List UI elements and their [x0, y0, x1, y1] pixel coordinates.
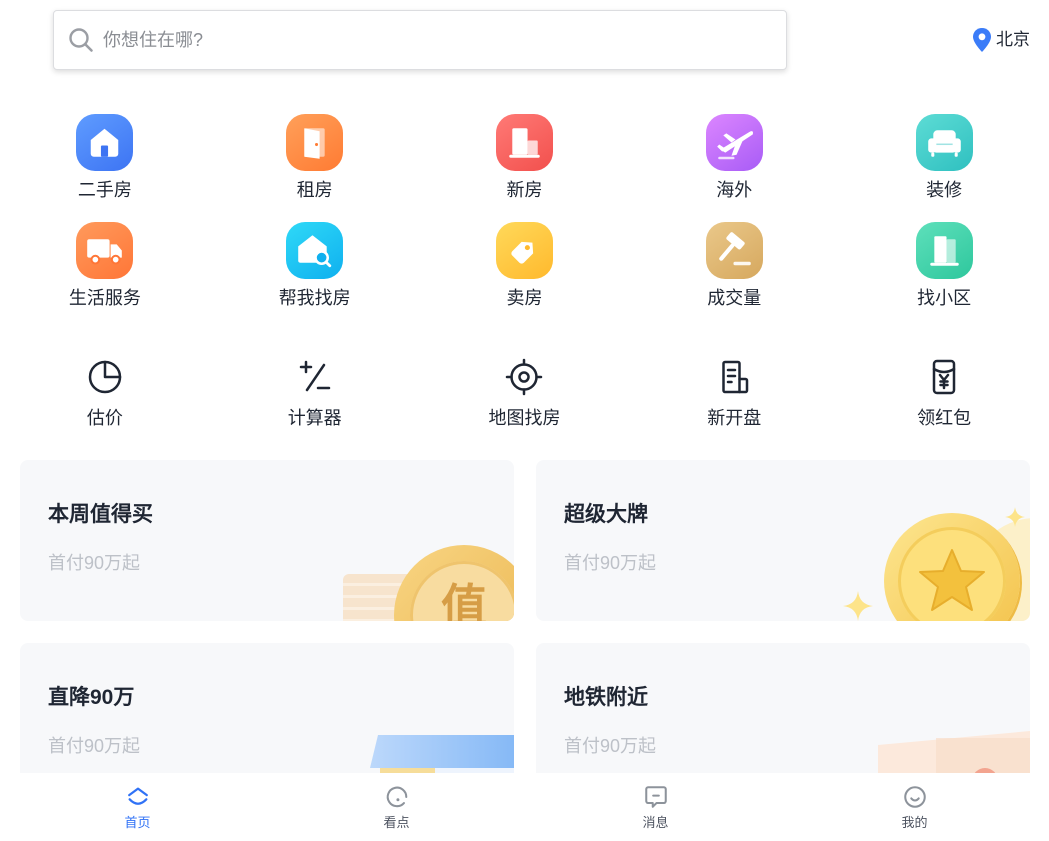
- plus-minus-icon: [296, 358, 334, 396]
- entry-red-packet[interactable]: 领红包: [839, 358, 1049, 429]
- entry-help-find-home[interactable]: 帮我找房: [210, 222, 420, 309]
- search-icon: [68, 27, 94, 53]
- entry-life-services[interactable]: 生活服务: [0, 222, 210, 309]
- entry-label: 二手房: [77, 180, 132, 200]
- entry-sell-home[interactable]: 卖房: [420, 222, 630, 309]
- tab-label: 看点: [383, 815, 410, 830]
- home-icon: [125, 784, 151, 810]
- entry-label: 卖房: [506, 288, 543, 308]
- entry-label: 租房: [296, 180, 333, 200]
- entry-label: 海外: [716, 180, 753, 200]
- entry-new-home[interactable]: 新房: [420, 114, 630, 201]
- entry-decoration[interactable]: 装修: [839, 114, 1049, 201]
- entry-new-launch[interactable]: 新开盘: [629, 358, 839, 429]
- entry-label: 计算器: [287, 408, 342, 428]
- profile-icon: [902, 784, 928, 810]
- entry-calculator[interactable]: 计算器: [210, 358, 420, 429]
- promo-card-top-brands[interactable]: 超级大牌 首付90万起: [536, 460, 1030, 621]
- card-title: 本周值得买: [48, 503, 153, 526]
- entry-label: 帮我找房: [278, 288, 351, 308]
- entry-label: 装修: [926, 180, 963, 200]
- entry-label: 地图找房: [488, 408, 561, 428]
- card-title: 地铁附近: [564, 686, 648, 709]
- tab-home[interactable]: 首页: [8, 773, 267, 841]
- message-icon: [643, 784, 669, 810]
- tab-discover[interactable]: 看点: [267, 773, 526, 841]
- coin-face: [898, 527, 1006, 621]
- tab-label: 首页: [124, 815, 151, 830]
- promo-card-weekly-deals[interactable]: 值 本周值得买 首付90万起: [20, 460, 514, 621]
- door-icon: [286, 114, 344, 171]
- house-search-icon: [286, 222, 344, 279]
- document-icon: [715, 358, 753, 396]
- sofa-icon: [915, 114, 973, 171]
- tool-entries-row: 估价 计算器 地图找房 新开盘 领红包: [0, 358, 1049, 429]
- star-icon: [915, 544, 989, 618]
- city-name: 北京: [996, 30, 1030, 49]
- discover-icon: [384, 784, 410, 810]
- entry-label: 生活服务: [68, 288, 141, 308]
- entry-valuation[interactable]: 估价: [0, 358, 210, 429]
- target-icon: [505, 358, 543, 396]
- red-packet-icon: [925, 358, 963, 396]
- card-subtitle: 首付90万起: [48, 736, 141, 756]
- entry-label: 新房: [506, 180, 543, 200]
- coin-character: 值: [441, 580, 487, 621]
- tab-profile[interactable]: 我的: [785, 773, 1044, 841]
- card-title: 超级大牌: [564, 503, 648, 526]
- building-icon: [495, 114, 553, 171]
- entry-overseas[interactable]: 海外: [629, 114, 839, 201]
- city-selector[interactable]: 北京: [972, 27, 1030, 53]
- price-tag-icon: [495, 222, 553, 279]
- entry-second-hand[interactable]: 二手房: [0, 114, 210, 201]
- card-title: 直降90万: [48, 686, 135, 709]
- sparkle-icon: [1005, 507, 1025, 527]
- entry-label: 估价: [86, 408, 123, 428]
- gavel-icon: [705, 222, 763, 279]
- location-pin-icon: [972, 27, 992, 53]
- primary-entries-row-1: 二手房 租房 新房 海外 装修: [0, 114, 1049, 201]
- entry-label: 找小区: [917, 288, 972, 308]
- airplane-icon: [705, 114, 763, 171]
- card-subtitle: 首付90万起: [564, 553, 657, 573]
- card-subtitle: 首付90万起: [48, 553, 141, 573]
- primary-entries-row-2: 生活服务 帮我找房 卖房 成交量 找小区: [0, 222, 1049, 309]
- entry-transactions[interactable]: 成交量: [629, 222, 839, 309]
- community-door-icon: [915, 222, 973, 279]
- entry-label: 成交量: [707, 288, 762, 308]
- entry-rent[interactable]: 租房: [210, 114, 420, 201]
- entry-find-community[interactable]: 找小区: [839, 222, 1049, 309]
- tab-label: 我的: [901, 815, 928, 830]
- house-icon: [76, 114, 134, 171]
- card-subtitle: 首付90万起: [564, 736, 657, 756]
- search-bar[interactable]: [53, 10, 787, 70]
- entry-map-search[interactable]: 地图找房: [420, 358, 630, 429]
- entry-label: 新开盘: [707, 408, 762, 428]
- coin-face: 值: [410, 561, 514, 621]
- search-input[interactable]: [103, 25, 743, 55]
- coin-illustration: 值: [394, 545, 514, 621]
- tab-messages[interactable]: 消息: [526, 773, 785, 841]
- bottom-tab-bar: 首页 看点 消息 我的: [0, 773, 1049, 841]
- pie-chart-icon: [86, 358, 124, 396]
- entry-label: 领红包: [917, 408, 972, 428]
- truck-icon: [76, 222, 134, 279]
- sparkle-icon: [843, 591, 873, 621]
- tab-label: 消息: [642, 815, 669, 830]
